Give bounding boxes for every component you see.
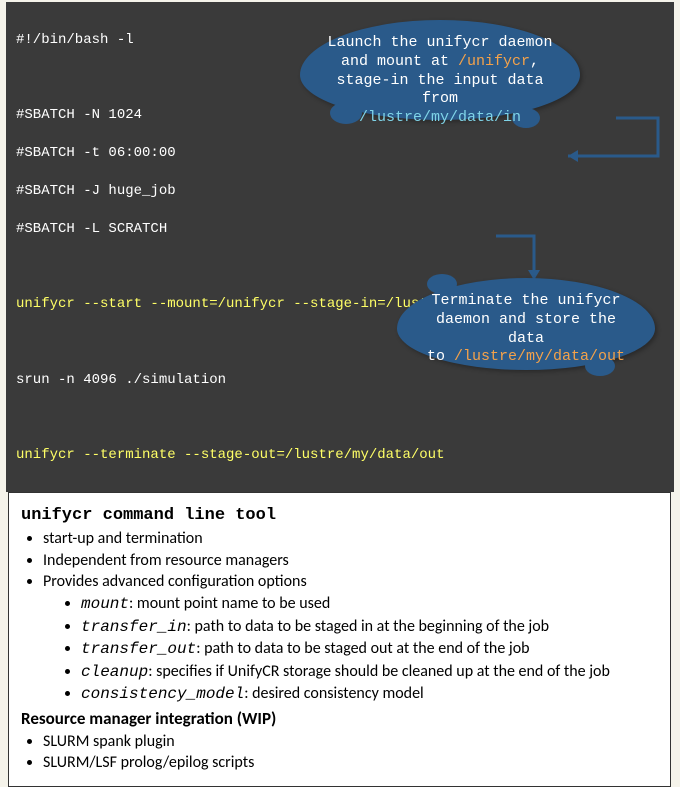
list-item: mount: mount point name to be used	[81, 593, 658, 616]
code-srun: srun -n 4096 ./simulation	[16, 371, 662, 390]
code-blank	[16, 409, 662, 428]
callout-text: and mount at /unifycr,	[318, 53, 562, 72]
bullet-sublist: mount: mount point name to be used trans…	[43, 593, 658, 706]
callout-text: Terminate the unifycr	[415, 292, 637, 311]
option-key: consistency_model	[81, 685, 244, 703]
callout-text: to /lustre/my/data/out	[415, 348, 637, 367]
callout-terminate-daemon: Terminate the unifycr daemon and store t…	[397, 278, 655, 370]
list-item: cleanup: specifies if UnifyCR storage sh…	[81, 661, 658, 684]
list-item: SLURM spank plugin	[43, 731, 658, 753]
code-blank	[16, 258, 662, 277]
callout-text: daemon and store the data	[415, 311, 637, 349]
list-item: SLURM/LSF prolog/epilog scripts	[43, 752, 658, 774]
list-item: transfer_out: path to data to be staged …	[81, 638, 658, 661]
bullet-list: start-up and termination Independent fro…	[21, 528, 658, 706]
heading-unifycr-tool: unifycr command line tool	[21, 505, 658, 528]
option-key: cleanup	[81, 663, 148, 681]
callout-text: Launch the unifycr daemon	[318, 34, 562, 53]
path-highlight: /lustre/my/data/in	[318, 109, 562, 128]
code-sbatch-t: #SBATCH -t 06:00:00	[16, 144, 662, 163]
option-key: transfer_in	[81, 618, 187, 636]
code-sbatch-j: #SBATCH -J huge_job	[16, 182, 662, 201]
list-item: Independent from resource managers	[43, 550, 658, 572]
bullet-list: SLURM spank plugin SLURM/LSF prolog/epil…	[21, 731, 658, 774]
info-panel: unifycr command line tool start-up and t…	[8, 492, 671, 787]
path-highlight: /unifycr	[458, 53, 530, 70]
option-key: mount	[81, 595, 129, 613]
callout-text: stage-in the input data from	[318, 72, 562, 110]
code-unifycr-terminate: unifycr --terminate --stage-out=/lustre/…	[16, 446, 662, 465]
list-item: transfer_in: path to data to be staged i…	[81, 616, 658, 639]
option-key: transfer_out	[81, 640, 196, 658]
code-sbatch-l: #SBATCH -L SCRATCH	[16, 220, 662, 239]
callout-launch-daemon: Launch the unifycr daemon and mount at /…	[300, 20, 580, 120]
path-highlight: /lustre/my/data/out	[454, 348, 625, 365]
heading-resource-mgr: Resource manager integration (WIP)	[21, 708, 658, 731]
list-item: start-up and termination	[43, 528, 658, 550]
list-item: Provides advanced configuration options …	[43, 571, 658, 706]
list-item: consistency_model: desired consistency m…	[81, 683, 658, 706]
